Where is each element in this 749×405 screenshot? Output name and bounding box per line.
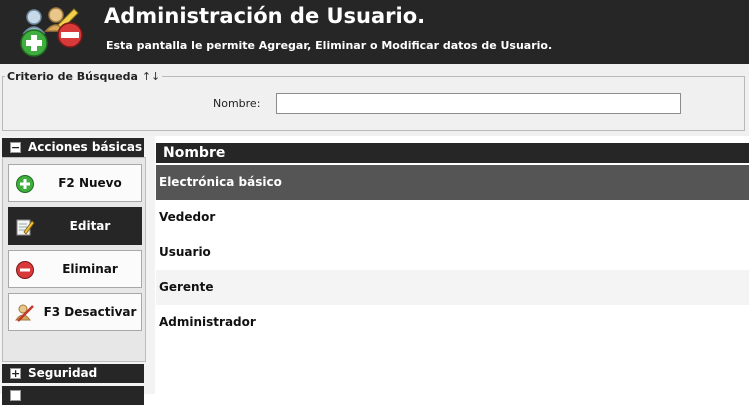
section-next-header[interactable] [2, 386, 144, 405]
expand-icon[interactable]: + [10, 368, 21, 379]
table-row[interactable]: Vededor [156, 200, 749, 235]
add-icon [16, 175, 34, 193]
section-seguridad-header[interactable]: + Seguridad [2, 364, 144, 383]
section-acciones-basicas-header[interactable]: − Acciones básicas [2, 138, 144, 157]
user-admin-logo-icon [20, 7, 83, 57]
deactivate-button-label: F3 Desactivar [43, 305, 137, 319]
expand-icon[interactable] [10, 390, 21, 401]
page-subtitle: Esta pantalla le permite Agregar, Elimin… [106, 39, 553, 52]
table-row[interactable]: Administrador [156, 305, 749, 340]
delete-button-label: Eliminar [62, 262, 118, 276]
actions-panel: F2 Nuevo Editar Eliminar F3 Desactivar [2, 157, 146, 362]
search-legend[interactable]: Criterio de Búsqueda ↑↓ [5, 70, 163, 83]
deactivate-button[interactable]: F3 Desactivar [8, 293, 142, 331]
users-grid: Nombre Electrónica básico Vededor Usuari… [156, 136, 749, 394]
section-label: Seguridad [28, 366, 98, 380]
column-header-nombre[interactable]: Nombre [156, 143, 749, 163]
delete-icon [16, 261, 34, 279]
new-button-label: F2 Nuevo [58, 176, 122, 190]
edit-button-label: Editar [69, 219, 111, 233]
section-label: Acciones básicas [28, 140, 143, 154]
sidebar: − Acciones básicas F2 Nuevo Editar Elimi… [0, 136, 155, 405]
table-row[interactable]: Electrónica básico [156, 165, 749, 200]
name-search-input[interactable] [276, 93, 681, 114]
edit-button[interactable]: Editar [8, 207, 142, 245]
table-row[interactable]: Gerente [156, 270, 749, 305]
name-label: Nombre: [213, 97, 261, 110]
app-header: Administración de Usuario. Esta pantalla… [0, 0, 749, 64]
table-row[interactable]: Usuario [156, 235, 749, 270]
search-panel: Criterio de Búsqueda ↑↓ Nombre: [0, 64, 749, 136]
delete-button[interactable]: Eliminar [8, 250, 142, 288]
edit-icon [16, 219, 35, 236]
deactivate-icon [15, 304, 34, 322]
new-button[interactable]: F2 Nuevo [8, 164, 142, 202]
collapse-arrows-icon[interactable]: ↑↓ [142, 70, 160, 83]
collapse-icon[interactable]: − [10, 142, 21, 153]
search-legend-label: Criterio de Búsqueda [7, 70, 138, 83]
page-title: Administración de Usuario. [104, 4, 426, 28]
